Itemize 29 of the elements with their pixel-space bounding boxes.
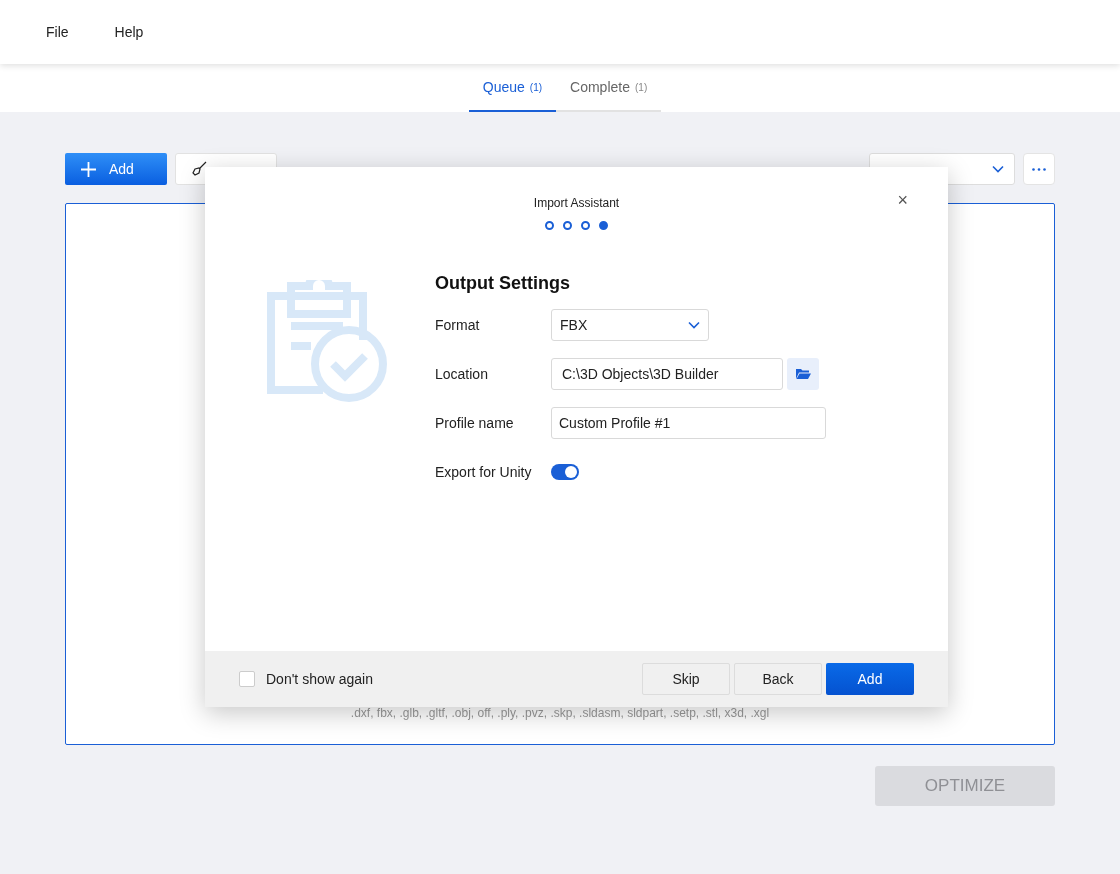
field-label: Export for Unity [435,462,533,482]
tab[interactable]: Complete (1) [556,64,662,112]
profile-name-field[interactable]: Custom Profile #1 [551,407,826,439]
plus-icon [81,161,96,177]
field-label: Format [435,315,481,335]
clipboard-check-icon [267,280,387,402]
browse-button[interactable] [787,358,819,390]
dialog-button[interactable]: Skip [642,663,730,695]
chevron-down-icon [688,321,700,329]
add-button[interactable]: Add [65,153,167,185]
dialog-title: Import Assistant [533,195,620,212]
dont-show-checkbox[interactable] [239,671,255,687]
menu-item[interactable]: Help [114,21,144,43]
section-heading: Output Settings [435,272,571,295]
checkbox-label: Don't show again [266,669,373,689]
format-dropdown[interactable]: FBX [551,309,709,341]
folder-icon [795,368,811,380]
location-field[interactable]: C:\3D Objects\3D Builder [551,358,783,390]
supported-formats-text: .dxf, fbx, .glb, .gltf, .obj, off, .ply, .pvz, .skp, .sldasm, sldpart, .setp, .stl, x3d, .xgl [350,705,770,722]
more-icon [1032,167,1046,171]
field-label: Location [435,364,489,384]
menu-item[interactable]: File [46,21,69,43]
tab[interactable]: Queue (1) [468,64,557,112]
unity-toggle[interactable] [551,464,579,480]
field-label: Profile name [435,413,515,433]
dialog-button[interactable]: Add [826,663,914,695]
close-button[interactable]: × [897,191,908,209]
chevron-down-icon [992,165,1004,173]
dialog-button[interactable]: Back [734,663,822,695]
